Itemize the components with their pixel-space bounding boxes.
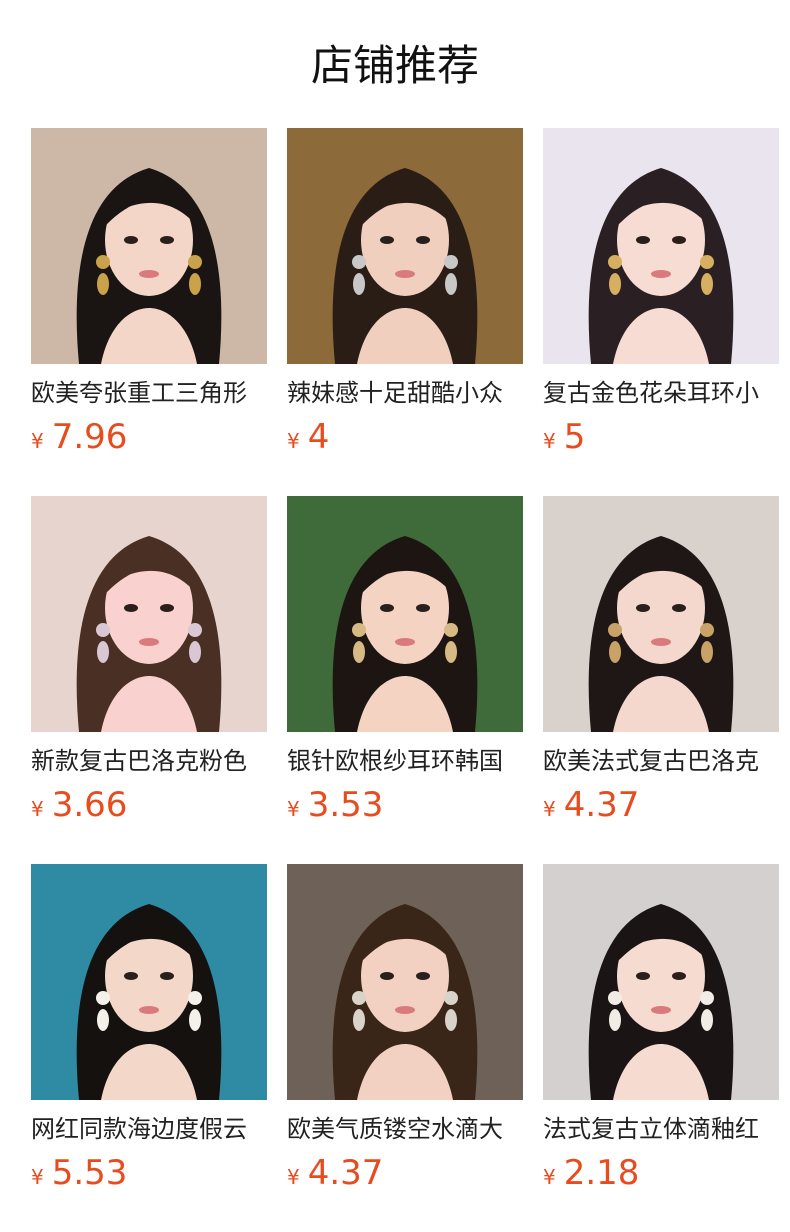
page-title: 店铺推荐 bbox=[310, 41, 479, 90]
product-card[interactable]: 欧美气质镂空水滴大 ¥4.37 bbox=[287, 864, 523, 1204]
woman-with-pearl-drop-earrings-photo bbox=[543, 496, 779, 732]
woman-by-the-sea-with-earrings-photo bbox=[31, 864, 267, 1100]
price-amount: 2.18 bbox=[563, 1153, 640, 1193]
product-image[interactable] bbox=[543, 496, 779, 732]
woman-with-gold-jeweled-earrings-photo bbox=[31, 128, 267, 364]
product-image[interactable] bbox=[31, 864, 267, 1100]
price-amount: 7.96 bbox=[51, 417, 128, 457]
product-image[interactable] bbox=[287, 864, 523, 1100]
product-image[interactable] bbox=[31, 128, 267, 364]
price-amount: 5.53 bbox=[51, 1153, 128, 1193]
price-amount: 4.37 bbox=[307, 1153, 384, 1193]
product-price: ¥3.66 bbox=[31, 782, 127, 828]
product-image[interactable] bbox=[287, 496, 523, 732]
product-price: ¥4 bbox=[287, 414, 329, 460]
price-amount: 3.53 bbox=[307, 785, 384, 825]
price-amount: 4 bbox=[307, 417, 330, 457]
woman-with-silver-cross-earrings-photo bbox=[287, 128, 523, 364]
product-price: ¥2.18 bbox=[543, 1150, 639, 1196]
woman-with-gold-flower-earrings-photo bbox=[543, 128, 779, 364]
currency-symbol: ¥ bbox=[543, 797, 556, 821]
product-price: ¥4.37 bbox=[543, 782, 639, 828]
product-card[interactable]: 网红同款海边度假云 ¥5.53 bbox=[31, 864, 267, 1204]
product-image[interactable] bbox=[543, 128, 779, 364]
product-card[interactable]: 复古金色花朵耳环小 ¥5 bbox=[543, 128, 779, 468]
currency-symbol: ¥ bbox=[543, 429, 556, 453]
price-amount: 3.66 bbox=[51, 785, 128, 825]
woman-with-white-flower-earrings-photo bbox=[543, 864, 779, 1100]
product-card[interactable]: 欧美法式复古巴洛克 ¥4.37 bbox=[543, 496, 779, 836]
product-name[interactable]: 法式复古立体滴釉红 bbox=[543, 1112, 779, 1146]
product-card[interactable]: 新款复古巴洛克粉色 ¥3.66 bbox=[31, 496, 267, 836]
woman-with-pink-baroque-earrings-photo bbox=[31, 496, 267, 732]
currency-symbol: ¥ bbox=[543, 1165, 556, 1189]
product-name[interactable]: 新款复古巴洛克粉色 bbox=[31, 744, 267, 778]
currency-symbol: ¥ bbox=[31, 429, 44, 453]
product-name[interactable]: 欧美气质镂空水滴大 bbox=[287, 1112, 523, 1146]
woman-with-crystal-drop-earrings-photo bbox=[287, 864, 523, 1100]
product-card[interactable]: 欧美夸张重工三角形 ¥7.96 bbox=[31, 128, 267, 468]
currency-symbol: ¥ bbox=[31, 1165, 44, 1189]
woman-in-straw-hat-with-flower-earring-photo bbox=[287, 496, 523, 732]
product-card[interactable]: 辣妹感十足甜酷小众 ¥4 bbox=[287, 128, 523, 468]
product-image[interactable] bbox=[287, 128, 523, 364]
product-card[interactable]: 法式复古立体滴釉红 ¥2.18 bbox=[543, 864, 779, 1204]
currency-symbol: ¥ bbox=[287, 429, 300, 453]
product-image[interactable] bbox=[31, 496, 267, 732]
product-name[interactable]: 网红同款海边度假云 bbox=[31, 1112, 267, 1146]
product-price: ¥7.96 bbox=[31, 414, 127, 460]
product-name[interactable]: 欧美法式复古巴洛克 bbox=[543, 744, 779, 778]
currency-symbol: ¥ bbox=[287, 797, 300, 821]
product-card[interactable]: 银针欧根纱耳环韩国 ¥3.53 bbox=[287, 496, 523, 836]
product-name[interactable]: 银针欧根纱耳环韩国 bbox=[287, 744, 523, 778]
product-price: ¥3.53 bbox=[287, 782, 383, 828]
product-image[interactable] bbox=[543, 864, 779, 1100]
price-amount: 5 bbox=[563, 417, 586, 457]
product-price: ¥4.37 bbox=[287, 1150, 383, 1196]
currency-symbol: ¥ bbox=[287, 1165, 300, 1189]
product-price: ¥5.53 bbox=[31, 1150, 127, 1196]
product-price: ¥5 bbox=[543, 414, 585, 460]
price-amount: 4.37 bbox=[563, 785, 640, 825]
product-name[interactable]: 复古金色花朵耳环小 bbox=[543, 376, 779, 410]
product-name[interactable]: 辣妹感十足甜酷小众 bbox=[287, 376, 523, 410]
currency-symbol: ¥ bbox=[31, 797, 44, 821]
product-name[interactable]: 欧美夸张重工三角形 bbox=[31, 376, 267, 410]
